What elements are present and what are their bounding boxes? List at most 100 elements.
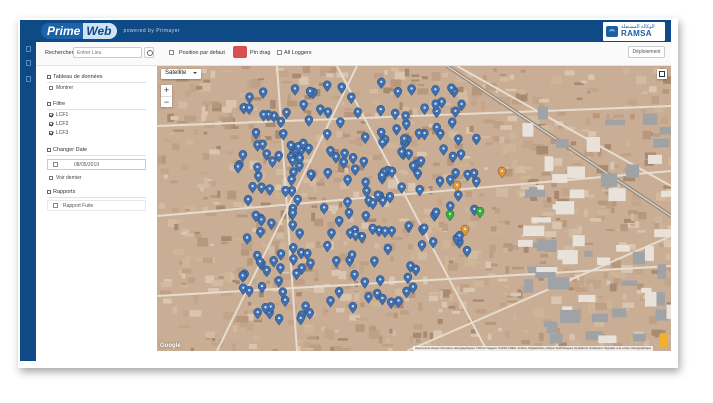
logger-marker[interactable] xyxy=(386,297,396,310)
satellite-map[interactable]: Satellite + − Google Raccourcis clavier … xyxy=(157,66,671,351)
lcf3-checkbox[interactable] xyxy=(49,131,53,135)
logger-marker[interactable] xyxy=(411,264,421,277)
logger-marker[interactable] xyxy=(288,220,297,232)
street-view-pegman-icon[interactable] xyxy=(659,333,668,347)
rail-button-icon[interactable] xyxy=(26,46,31,52)
logger-marker[interactable] xyxy=(296,313,305,326)
all-loggers-checkbox[interactable] xyxy=(277,50,282,55)
logger-marker[interactable] xyxy=(279,129,288,141)
logger-marker[interactable] xyxy=(431,85,440,97)
logger-marker[interactable] xyxy=(368,198,378,210)
rail-button-icon[interactable] xyxy=(26,76,31,82)
logger-marker[interactable] xyxy=(258,87,268,99)
zoom-out-button[interactable]: − xyxy=(161,96,172,107)
logger-marker[interactable] xyxy=(290,84,300,96)
show-table-option[interactable]: Montrer xyxy=(49,85,73,91)
pin-drag-button[interactable] xyxy=(233,46,247,58)
logger-marker[interactable] xyxy=(238,150,248,162)
brand-logo[interactable]: Prime Web powered by Primayer xyxy=(41,23,180,39)
logger-marker[interactable] xyxy=(343,197,352,209)
logger-marker[interactable] xyxy=(323,167,333,180)
zoom-in-button[interactable]: + xyxy=(161,85,172,96)
logger-marker[interactable] xyxy=(435,176,445,188)
logger-marker[interactable] xyxy=(375,275,385,287)
show-table-checkbox[interactable] xyxy=(49,86,53,90)
logger-marker[interactable] xyxy=(326,296,335,308)
logger-marker[interactable] xyxy=(348,302,358,314)
logger-marker[interactable] xyxy=(323,107,333,119)
logger-marker[interactable] xyxy=(368,223,377,236)
logger-marker[interactable] xyxy=(334,216,344,228)
logger-marker[interactable] xyxy=(456,149,466,161)
logger-marker[interactable] xyxy=(292,268,301,281)
map-type-selector[interactable]: Satellite xyxy=(161,69,201,79)
fullscreen-icon[interactable] xyxy=(657,69,667,79)
logger-marker[interactable] xyxy=(281,185,290,198)
search-input[interactable] xyxy=(73,47,142,58)
logger-marker[interactable] xyxy=(414,128,424,141)
default-position-checkbox[interactable] xyxy=(169,50,174,55)
lcf2-checkbox[interactable] xyxy=(49,122,53,126)
logger-marker[interactable] xyxy=(257,182,266,195)
logger-marker[interactable] xyxy=(245,92,254,105)
logger-marker[interactable] xyxy=(447,117,457,130)
logger-marker[interactable] xyxy=(269,256,278,268)
logger-marker[interactable] xyxy=(244,103,254,115)
logger-marker[interactable] xyxy=(413,168,422,181)
logger-marker[interactable] xyxy=(454,190,463,202)
report-checkbox-icon[interactable] xyxy=(53,203,58,208)
logger-marker[interactable] xyxy=(348,153,358,165)
map-imagery[interactable] xyxy=(157,66,671,351)
logger-marker[interactable] xyxy=(276,116,286,129)
logger-marker[interactable] xyxy=(274,313,284,326)
logger-marker[interactable] xyxy=(322,80,332,93)
logger-marker[interactable] xyxy=(360,277,370,289)
logger-marker[interactable] xyxy=(390,108,400,121)
reports-section-title[interactable]: Rapports xyxy=(47,189,75,195)
logger-marker[interactable] xyxy=(472,133,481,146)
filter-option-lcf2[interactable]: LCF2 xyxy=(49,121,68,127)
logger-marker[interactable] xyxy=(316,104,325,117)
logger-marker[interactable] xyxy=(439,144,448,156)
date-input[interactable]: 08/05/2019 xyxy=(47,159,146,170)
logger-marker[interactable] xyxy=(417,240,427,252)
logger-marker[interactable] xyxy=(248,181,257,194)
view-last-option[interactable]: Voir dernier xyxy=(49,175,82,181)
lcf1-checkbox[interactable] xyxy=(49,113,53,117)
logger-marker[interactable] xyxy=(377,77,386,90)
logger-marker[interactable] xyxy=(303,248,312,261)
logger-marker[interactable] xyxy=(370,256,379,268)
logger-marker[interactable] xyxy=(238,271,247,283)
logger-marker[interactable] xyxy=(259,110,268,122)
logger-marker[interactable] xyxy=(445,209,455,222)
deploy-button[interactable]: Déploiement xyxy=(628,46,665,58)
logger-marker[interactable] xyxy=(319,203,329,215)
logger-marker[interactable] xyxy=(233,162,243,174)
logger-marker[interactable] xyxy=(351,230,360,242)
logger-marker[interactable] xyxy=(254,171,263,183)
logger-marker[interactable] xyxy=(244,286,254,298)
logger-marker[interactable] xyxy=(347,92,356,105)
filter-option-lcf1[interactable]: LCF1 xyxy=(49,112,68,118)
logger-marker[interactable] xyxy=(242,233,252,245)
logger-marker[interactable] xyxy=(282,107,291,120)
logger-marker[interactable] xyxy=(322,129,332,141)
logger-marker[interactable] xyxy=(392,124,401,136)
search-button[interactable] xyxy=(144,47,154,58)
logger-marker[interactable] xyxy=(360,132,370,145)
logger-marker[interactable] xyxy=(428,237,438,249)
logger-marker[interactable] xyxy=(323,240,332,253)
logger-marker[interactable] xyxy=(451,106,460,119)
calendar-icon[interactable] xyxy=(53,162,58,167)
logger-marker[interactable] xyxy=(404,149,414,161)
filter-section-title[interactable]: Filtre xyxy=(47,101,65,107)
rail-button-icon[interactable] xyxy=(26,60,31,66)
logger-marker[interactable] xyxy=(420,103,429,116)
logger-marker[interactable] xyxy=(383,243,393,256)
logger-marker[interactable] xyxy=(299,99,308,112)
view-last-checkbox[interactable] xyxy=(49,176,53,180)
data-table-section-title[interactable]: Tableau de données xyxy=(47,74,103,80)
logger-marker[interactable] xyxy=(380,226,390,238)
logger-marker[interactable] xyxy=(256,227,265,239)
filter-option-lcf3[interactable]: LCF3 xyxy=(49,130,68,136)
